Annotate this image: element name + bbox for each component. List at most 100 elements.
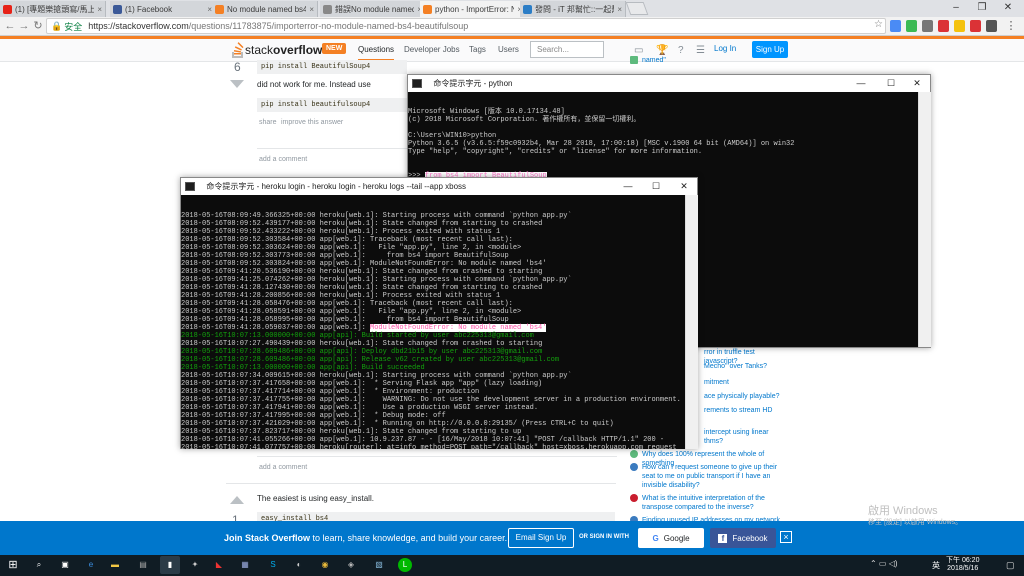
code-block: pip install beautifulsoup4 — [257, 98, 407, 112]
nav-questions[interactable]: Questions — [358, 45, 395, 61]
inbox-icon[interactable]: ▭ — [634, 45, 643, 56]
close-window-button[interactable]: ✕ — [996, 0, 1020, 16]
browser-tab[interactable]: (1) [專題樂搶頭寫/馬上] × — [0, 1, 106, 17]
extension-icon[interactable] — [970, 20, 981, 32]
console-output[interactable]: 2018-05-16T08:09:49.366325+00:00 heroku[… — [181, 195, 685, 449]
app-icon[interactable]: ▦ — [238, 558, 252, 572]
browser-tab[interactable]: No module named bs4 × — [212, 1, 318, 17]
app-icon[interactable]: ◈ — [344, 558, 358, 572]
log-prefix: 2018-05-16T08:09:52.303584+00:00 app[web… — [181, 236, 371, 244]
search-input[interactable]: Search... — [530, 41, 604, 58]
site-switcher-icon[interactable]: ☰ — [696, 45, 705, 56]
minimize-button[interactable]: – — [944, 0, 968, 16]
sidebar-item[interactable]: Mecho" over Tanks? — [704, 362, 784, 371]
taskbar: ⊞ ⌕ ▣ e ▬ ▤ ▮ ✦ ◣ ▦ S ◐ ◉ ◈ ▧ L ⌃ ▭ ◁) 英… — [0, 555, 1024, 576]
improve-answer-link[interactable]: improve this answer — [281, 119, 343, 126]
start-windows-icon[interactable]: ⊞ — [6, 558, 20, 572]
scrollbar[interactable] — [685, 195, 698, 449]
app-icon[interactable]: ✦ — [188, 558, 202, 572]
sidebar-item[interactable]: How can I request someone to give up the… — [630, 463, 780, 490]
app-icon[interactable]: ◐ — [292, 558, 306, 572]
login-link[interactable]: Log In — [714, 44, 736, 53]
sidebar-item-label: named" — [642, 57, 666, 64]
maximize-button[interactable]: ☐ — [878, 75, 904, 92]
help-icon[interactable]: ? — [678, 45, 684, 56]
maximize-button[interactable]: ☐ — [643, 178, 669, 195]
clock[interactable]: 下午 06:20 2018/5/16 — [946, 557, 979, 573]
add-comment-link[interactable]: add a comment — [259, 156, 307, 163]
minimize-button[interactable]: — — [615, 178, 641, 195]
nav-developer-jobs[interactable]: Developer Jobs — [404, 45, 460, 54]
sidebar-item[interactable]: thms? — [704, 437, 784, 446]
log-message: State changed from starting to crashed — [382, 220, 543, 228]
task-view-icon[interactable]: ▣ — [58, 558, 72, 572]
sidebar-item-label: thms? — [704, 438, 724, 445]
close-button[interactable]: ✕ — [671, 178, 697, 195]
close-icon[interactable]: × — [780, 531, 792, 543]
menu-icon[interactable]: ⋮ — [1004, 18, 1018, 34]
console-taskbar-icon[interactable]: ▮ — [160, 556, 180, 574]
line-app-icon[interactable]: L — [398, 558, 412, 572]
chrome-icon[interactable]: ◉ — [318, 558, 332, 572]
log-message: 10.9.237.87 - - [16/May/2018 10:07:41] "… — [370, 436, 665, 444]
nav-users[interactable]: Users — [498, 45, 519, 54]
extension-icon[interactable] — [922, 20, 933, 32]
extension-icon[interactable] — [938, 20, 949, 32]
tab-close-icon[interactable]: × — [309, 5, 314, 14]
close-button[interactable]: ✕ — [904, 75, 930, 92]
new-badge[interactable]: NEW — [322, 43, 347, 54]
sidebar-item[interactable]: ace physically playable? — [704, 392, 784, 401]
code-block: pip install BeautifulSoup4 — [257, 60, 407, 74]
notification-icon[interactable]: ▢ — [1006, 560, 1015, 571]
reload-icon[interactable]: ↻ — [31, 18, 45, 34]
achievements-icon[interactable]: 🏆 — [656, 45, 668, 56]
tab-close-icon[interactable]: × — [97, 5, 102, 14]
extension-icon[interactable] — [906, 20, 917, 32]
sidebar-item[interactable]: named" — [630, 56, 780, 65]
google-signin-button[interactable]: G Google — [638, 528, 704, 548]
browser-tab[interactable]: (1) Facebook × — [110, 1, 216, 17]
scrollbar[interactable] — [918, 92, 931, 347]
extension-icon[interactable] — [890, 20, 901, 32]
sidebar-item[interactable]: rements to stream HD — [704, 406, 784, 415]
extension-icon[interactable] — [986, 20, 997, 32]
email-signup-button[interactable]: Email Sign Up — [508, 528, 574, 548]
maximize-button[interactable]: ❐ — [970, 0, 994, 16]
nav-tags[interactable]: Tags — [469, 45, 486, 54]
store-icon[interactable]: ▤ — [136, 558, 150, 572]
downvote-icon[interactable] — [230, 80, 244, 88]
sidebar-item[interactable]: What is the intuitive interpretation of … — [630, 494, 780, 512]
search-icon[interactable]: ⌕ — [32, 558, 46, 572]
tray-icons[interactable]: ⌃ ▭ ◁) — [870, 559, 898, 568]
tab-close-icon[interactable]: × — [617, 5, 622, 14]
share-link[interactable]: share — [259, 119, 277, 126]
ime-indicator[interactable]: 英 — [932, 560, 940, 571]
log-message: ModuleNotFoundError: No module named 'bs… — [370, 260, 547, 268]
bookmark-star-icon[interactable]: ☆ — [874, 19, 883, 30]
add-comment-link[interactable]: add a comment — [259, 464, 307, 471]
console-line: (c) 2018 Microsoft Corporation. 著作權所有，並保… — [408, 116, 641, 124]
browser-tab[interactable]: python - ImportError: N× — [420, 1, 526, 17]
app-icon[interactable]: ◣ — [212, 558, 226, 572]
url-field[interactable]: 🔒 安全 https://stackoverflow.com /question… — [46, 18, 886, 34]
edge-icon[interactable]: e — [84, 558, 98, 572]
browser-tab[interactable]: 發問 - iT 邦幫忙::一起幫忙× — [520, 1, 626, 17]
forward-icon[interactable]: → — [17, 18, 31, 34]
sidebar-item[interactable]: intercept using linear — [704, 428, 784, 437]
back-icon[interactable]: ← — [3, 18, 17, 34]
extension-icon[interactable] — [954, 20, 965, 32]
facebook-signin-button[interactable]: f Facebook — [710, 528, 776, 548]
stackoverflow-logo[interactable]: stack overflow — [231, 42, 322, 58]
app-icon[interactable]: ▧ — [372, 558, 386, 572]
log-line: 2018-05-16T09:41:28.127430+00:00 heroku[… — [181, 284, 685, 292]
file-explorer-icon[interactable]: ▬ — [108, 558, 122, 572]
log-line: 2018-05-16T10:07:37.417755+00:00 app[web… — [181, 396, 685, 404]
browser-tab[interactable]: 錯誤No module named bs4× — [320, 1, 426, 17]
so-topbar: stack overflow NEW Questions Developer Jo… — [0, 36, 1024, 62]
sidebar-item[interactable]: mitment — [704, 378, 784, 387]
tab-label: No module named bs4 — [227, 4, 307, 14]
logo-text-bold: overflow — [273, 43, 323, 57]
upvote-icon[interactable] — [230, 496, 244, 504]
minimize-button[interactable]: — — [848, 75, 874, 92]
skype-icon[interactable]: S — [266, 558, 280, 572]
